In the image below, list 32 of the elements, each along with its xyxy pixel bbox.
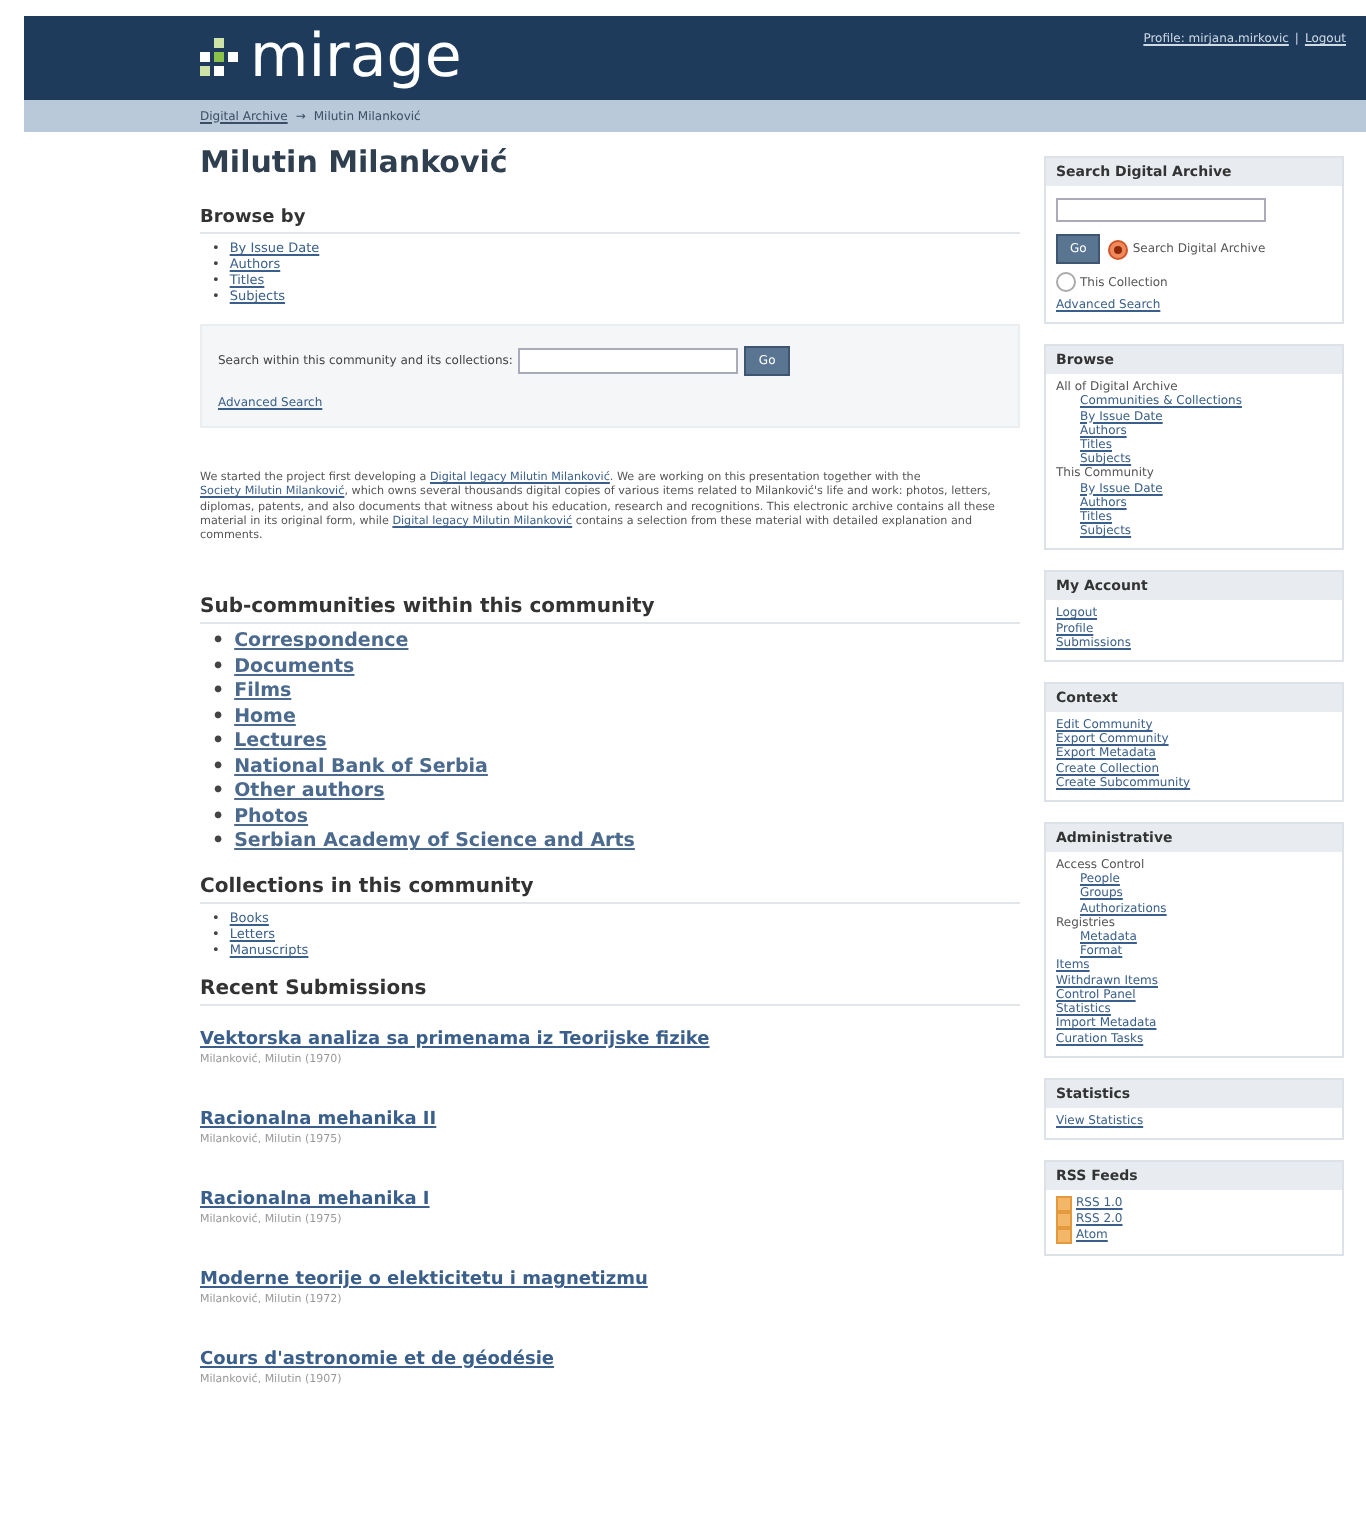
logo-icon [200,38,240,78]
list-link[interactable]: Photos [234,805,309,831]
list-link[interactable]: National Bank of Serbia [234,755,488,781]
item-title-link[interactable]: Moderne teorije o elekticitetu i magnetizmu [200,1269,1020,1290]
section-heading: Collections in this community [200,875,1020,904]
list-link[interactable]: Correspondence [234,630,409,656]
bullet: • [212,830,225,856]
search-field[interactable] [518,348,739,374]
bullet: • [212,630,225,656]
search-field[interactable] [1056,198,1266,222]
item-title-link[interactable]: Vektorska analiza sa primenama iz Teorijske fizike [200,1029,1020,1050]
item-title-link[interactable]: Racionalna mehanika I [200,1189,1020,1210]
logo-text: mirage [250,28,462,88]
list-link[interactable]: Other authors [234,780,385,806]
list-link[interactable]: Films [234,680,292,706]
list-link[interactable]: Serbian Academy of Science and Arts [234,830,635,856]
bullet: • [212,705,225,731]
bullet: • [212,730,225,756]
section-heading: Browse by [200,208,1020,234]
bullet: • [212,655,225,681]
bullet: • [212,755,225,781]
section-heading: Recent Submissions [200,977,1020,1006]
bullet: • [212,805,225,831]
bullet: • [212,780,225,806]
list-link[interactable]: Lectures [234,730,327,756]
list-link[interactable]: Documents [234,655,355,681]
item-title-link[interactable]: Cours d'astronomie et de géodésie [200,1349,1020,1370]
list-link[interactable]: Home [234,705,296,731]
item-title-link[interactable]: Racionalna mehanika II [200,1109,1020,1130]
page-title: Milutin Milanković [200,144,510,180]
section-heading: Sub-communities within this community [200,596,1020,625]
bullet: • [212,680,225,706]
